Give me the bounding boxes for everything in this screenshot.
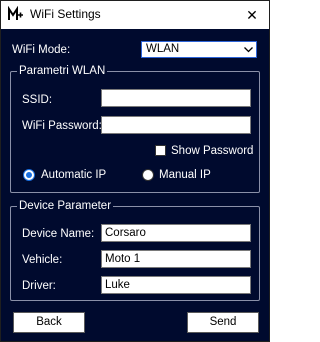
automatic-ip-radio[interactable]	[23, 169, 35, 181]
wifi-settings-window: WiFi Settings ✕ WiFi Mode: WLAN Parametr…	[0, 0, 270, 342]
manual-ip-label: Manual IP	[159, 169, 211, 181]
wifi-password-input[interactable]	[101, 116, 251, 134]
driver-label: Driver:	[22, 280, 56, 292]
m-logo-icon	[8, 6, 23, 20]
manual-ip-radio[interactable]	[142, 169, 154, 181]
wifi-mode-select[interactable]: WLAN	[141, 41, 257, 58]
close-icon[interactable]: ✕	[241, 4, 263, 26]
chevron-down-icon	[244, 47, 253, 53]
wifi-mode-value: WLAN	[146, 43, 180, 55]
show-password-checkbox[interactable]	[155, 145, 166, 156]
wifi-password-label: WiFi Password:	[22, 120, 102, 132]
driver-input[interactable]: Luke	[101, 276, 251, 294]
vehicle-label: Vehicle:	[22, 254, 63, 266]
window-title: WiFi Settings	[30, 7, 101, 21]
back-button[interactable]: Back	[13, 312, 85, 333]
wlan-group-legend: Parametri WLAN	[19, 65, 106, 77]
show-password-label: Show Password	[171, 145, 254, 157]
device-name-label: Device Name:	[22, 228, 95, 240]
ssid-input[interactable]	[101, 89, 251, 107]
device-name-input[interactable]: Corsaro	[101, 224, 251, 242]
send-button[interactable]: Send	[187, 312, 259, 333]
wifi-mode-label: WiFi Mode:	[12, 44, 71, 56]
device-group-legend: Device Parameter	[19, 200, 112, 212]
vehicle-input[interactable]: Moto 1	[101, 250, 251, 268]
title-bar: WiFi Settings ✕	[1, 1, 269, 29]
automatic-ip-label: Automatic IP	[41, 169, 107, 181]
ssid-label: SSID:	[22, 94, 53, 106]
